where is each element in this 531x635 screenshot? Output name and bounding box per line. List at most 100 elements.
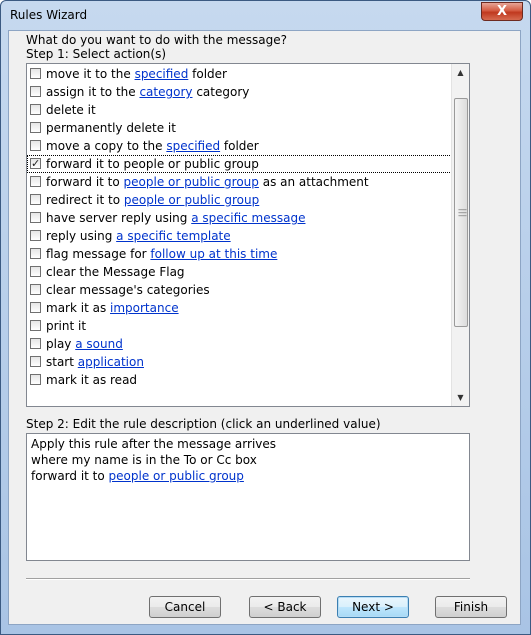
action-text: folder <box>188 67 227 81</box>
action-item[interactable]: print it <box>27 317 454 335</box>
action-text: mark it as <box>46 301 111 315</box>
action-checkbox[interactable] <box>30 176 41 187</box>
action-item[interactable]: flag message for follow up at this time <box>27 245 454 263</box>
action-label: permanently delete it <box>46 119 176 137</box>
action-value-link[interactable]: specified <box>166 139 220 153</box>
action-checkbox[interactable] <box>30 140 41 151</box>
action-item[interactable]: assign it to the category category <box>27 83 454 101</box>
action-text: category <box>192 85 250 99</box>
title-bar[interactable]: Rules Wizard X <box>1 1 530 31</box>
scroll-up-icon[interactable]: ▲ <box>452 64 469 81</box>
action-list[interactable]: move it to the specified folder assign it… <box>26 63 470 407</box>
action-value-link[interactable]: follow up at this time <box>150 247 277 261</box>
action-checkbox[interactable] <box>30 284 41 295</box>
action-label: move a copy to the specified folder <box>46 137 259 155</box>
action-label: mark it as read <box>46 371 137 389</box>
action-value-link[interactable]: a specific message <box>191 211 305 225</box>
action-label: delete it <box>46 101 96 119</box>
action-text: clear message's categories <box>46 283 210 297</box>
action-value-link[interactable]: people or public group <box>124 175 259 189</box>
action-text: reply using <box>46 229 117 243</box>
action-item[interactable]: clear message's categories <box>27 281 454 299</box>
scroll-thumb[interactable]: — — — <box>454 98 468 327</box>
next-button[interactable]: Next > <box>337 596 409 618</box>
action-checkbox[interactable] <box>30 104 41 115</box>
prompt-text: What do you want to do with the message? <box>26 33 287 47</box>
action-value-link[interactable]: application <box>78 355 144 369</box>
action-checkbox[interactable] <box>30 122 41 133</box>
description-line-3: forward it to people or public group <box>31 468 465 484</box>
action-value-link[interactable]: importance <box>110 301 179 315</box>
step1-label: Step 1: Select action(s) <box>26 47 167 61</box>
action-checkbox[interactable] <box>30 320 41 331</box>
action-label: reply using a specific template <box>46 227 231 245</box>
description-line-1: Apply this rule after the message arrive… <box>31 437 277 451</box>
action-checkbox[interactable] <box>30 302 41 313</box>
back-button[interactable]: < Back <box>249 596 321 618</box>
action-text: assign it to the <box>46 85 140 99</box>
action-checkbox[interactable] <box>30 194 41 205</box>
finish-button[interactable]: Finish <box>435 596 507 618</box>
action-checkbox[interactable] <box>30 68 41 79</box>
action-text: permanently delete it <box>46 121 176 135</box>
action-text: move a copy to the <box>46 139 167 153</box>
action-label: forward it to people or public group <box>46 155 259 173</box>
action-text: delete it <box>46 103 96 117</box>
scroll-down-icon[interactable]: ▼ <box>452 389 469 406</box>
action-text: mark it as read <box>46 373 138 387</box>
action-label: redirect it to people or public group <box>46 191 259 209</box>
action-item[interactable]: delete it <box>27 101 454 119</box>
action-item[interactable]: forward it to people or public group <box>27 155 454 173</box>
cancel-button[interactable]: Cancel <box>149 596 221 618</box>
action-item[interactable]: move it to the specified folder <box>27 65 454 83</box>
action-label: print it <box>46 317 86 335</box>
action-item[interactable]: clear the Message Flag <box>27 263 454 281</box>
action-item[interactable]: forward it to people or public group as … <box>27 173 454 191</box>
divider <box>26 578 470 580</box>
action-value-link[interactable]: a sound <box>75 337 123 351</box>
action-checkbox[interactable] <box>30 374 41 385</box>
action-item[interactable]: permanently delete it <box>27 119 454 137</box>
action-item[interactable]: play a sound <box>27 335 454 353</box>
action-label: clear the Message Flag <box>46 263 185 281</box>
action-checkbox[interactable] <box>30 212 41 223</box>
action-label: mark it as importance <box>46 299 179 317</box>
description-line-2: where my name is in the To or Cc box <box>31 453 257 467</box>
action-checkbox[interactable] <box>30 338 41 349</box>
action-item[interactable]: have server reply using a specific messa… <box>27 209 454 227</box>
grip-icon: — — — <box>458 205 467 221</box>
description-line-3-text: forward it to <box>31 469 109 483</box>
action-item[interactable]: mark it as read <box>27 371 454 389</box>
action-checkbox[interactable] <box>30 356 41 367</box>
action-label: forward it to people or public group as … <box>46 173 369 191</box>
action-item[interactable]: reply using a specific template <box>27 227 454 245</box>
action-value-link[interactable]: category <box>139 85 192 99</box>
action-text: forward it to people or public group <box>46 157 259 171</box>
action-text: have server reply using <box>46 211 192 225</box>
action-text: start <box>46 355 78 369</box>
rule-description-box: Apply this rule after the message arrive… <box>26 433 470 561</box>
action-label: have server reply using a specific messa… <box>46 209 305 227</box>
action-text: as an attachment <box>258 175 369 189</box>
action-checkbox[interactable] <box>30 230 41 241</box>
action-item[interactable]: move a copy to the specified folder <box>27 137 454 155</box>
action-value-link[interactable]: people or public group <box>124 193 259 207</box>
action-text: folder <box>220 139 259 153</box>
action-checkbox[interactable] <box>30 158 41 169</box>
action-checkbox[interactable] <box>30 248 41 259</box>
action-label: clear message's categories <box>46 281 210 299</box>
close-button[interactable]: X <box>481 2 523 21</box>
people-or-public-group-link[interactable]: people or public group <box>109 469 244 483</box>
action-checkbox[interactable] <box>30 266 41 277</box>
action-value-link[interactable]: a specific template <box>116 229 231 243</box>
action-label: assign it to the category category <box>46 83 249 101</box>
action-checkbox[interactable] <box>30 86 41 97</box>
action-text: clear the Message Flag <box>46 265 185 279</box>
action-value-link[interactable]: specified <box>135 67 189 81</box>
vertical-scrollbar[interactable]: ▲ — — — ▼ <box>451 64 469 406</box>
window-title: Rules Wizard <box>10 8 88 22</box>
action-item[interactable]: mark it as importance <box>27 299 454 317</box>
action-item[interactable]: redirect it to people or public group <box>27 191 454 209</box>
action-text: forward it to <box>46 175 124 189</box>
action-item[interactable]: start application <box>27 353 454 371</box>
